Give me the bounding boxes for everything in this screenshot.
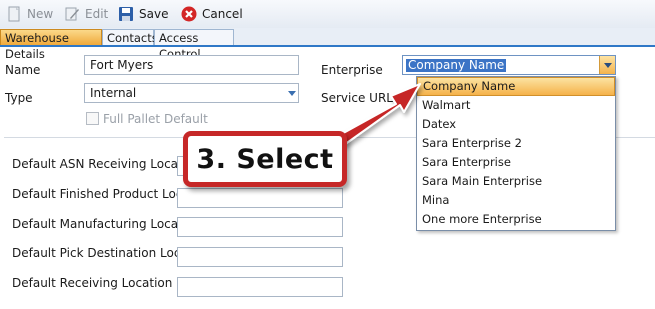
enterprise-option[interactable]: One more Enterprise — [417, 210, 615, 229]
save-button[interactable]: Save — [118, 4, 168, 24]
enterprise-dropdown-list: Company Name Walmart Datex Sara Enterprise … — [416, 76, 616, 231]
type-label: Type — [5, 91, 33, 105]
tab-contacts[interactable]: Contacts — [102, 29, 158, 45]
cancel-button-label: Cancel — [202, 7, 243, 21]
manufacturing-location-label: Default Manufacturing Location — [12, 217, 202, 231]
new-button[interactable]: New — [6, 4, 53, 24]
cancel-button[interactable]: Cancel — [181, 4, 243, 24]
cancel-icon — [181, 6, 197, 22]
save-disk-icon — [118, 6, 134, 22]
manufacturing-location-input[interactable] — [177, 217, 343, 237]
callout-step-label: 3. Select — [183, 131, 347, 187]
save-button-label: Save — [139, 7, 169, 21]
toolbar: New Edit Save Cancel — [0, 0, 655, 29]
enterprise-label: Enterprise — [321, 63, 383, 77]
enterprise-option[interactable]: Walmart — [417, 96, 615, 115]
enterprise-select[interactable]: Company Name — [402, 55, 616, 75]
full-pallet-checkbox[interactable] — [86, 112, 99, 125]
enterprise-option[interactable]: Company Name — [417, 77, 615, 96]
tab-access-control[interactable]: Access Control — [154, 29, 234, 61]
enterprise-dropdown-button[interactable] — [599, 56, 615, 74]
full-pallet-label: Full Pallet Default — [103, 112, 208, 126]
type-select[interactable]: Internal — [84, 83, 299, 103]
tab-bar: Warehouse Details Contacts Access Contro… — [0, 28, 655, 61]
enterprise-option[interactable]: Mina — [417, 191, 615, 210]
chevron-down-icon — [288, 91, 296, 96]
new-button-label: New — [27, 7, 54, 21]
service-url-label: Service URL — [321, 91, 393, 105]
finished-product-location-input[interactable] — [177, 188, 343, 208]
name-label: Name — [5, 63, 41, 77]
pick-destination-location-input[interactable] — [177, 247, 343, 267]
chevron-down-icon — [604, 63, 612, 68]
enterprise-option[interactable]: Sara Enterprise 2 — [417, 134, 615, 153]
tab-warehouse-details[interactable]: Warehouse Details — [0, 29, 102, 61]
asn-receiving-location-label: Default ASN Receiving Location — [12, 157, 201, 171]
new-document-icon — [6, 6, 22, 22]
receiving-location-label: Default Receiving Location — [12, 276, 173, 290]
type-select-value: Internal — [90, 86, 137, 100]
edit-button[interactable]: Edit — [64, 4, 108, 24]
name-input[interactable]: Fort Myers — [84, 55, 299, 75]
edit-icon — [64, 6, 80, 22]
enterprise-option[interactable]: Sara Main Enterprise — [417, 172, 615, 191]
edit-button-label: Edit — [85, 7, 109, 21]
enterprise-option[interactable]: Datex — [417, 115, 615, 134]
enterprise-option[interactable]: Sara Enterprise — [417, 153, 615, 172]
receiving-location-input[interactable] — [177, 277, 343, 297]
enterprise-select-value: Company Name — [406, 58, 507, 72]
